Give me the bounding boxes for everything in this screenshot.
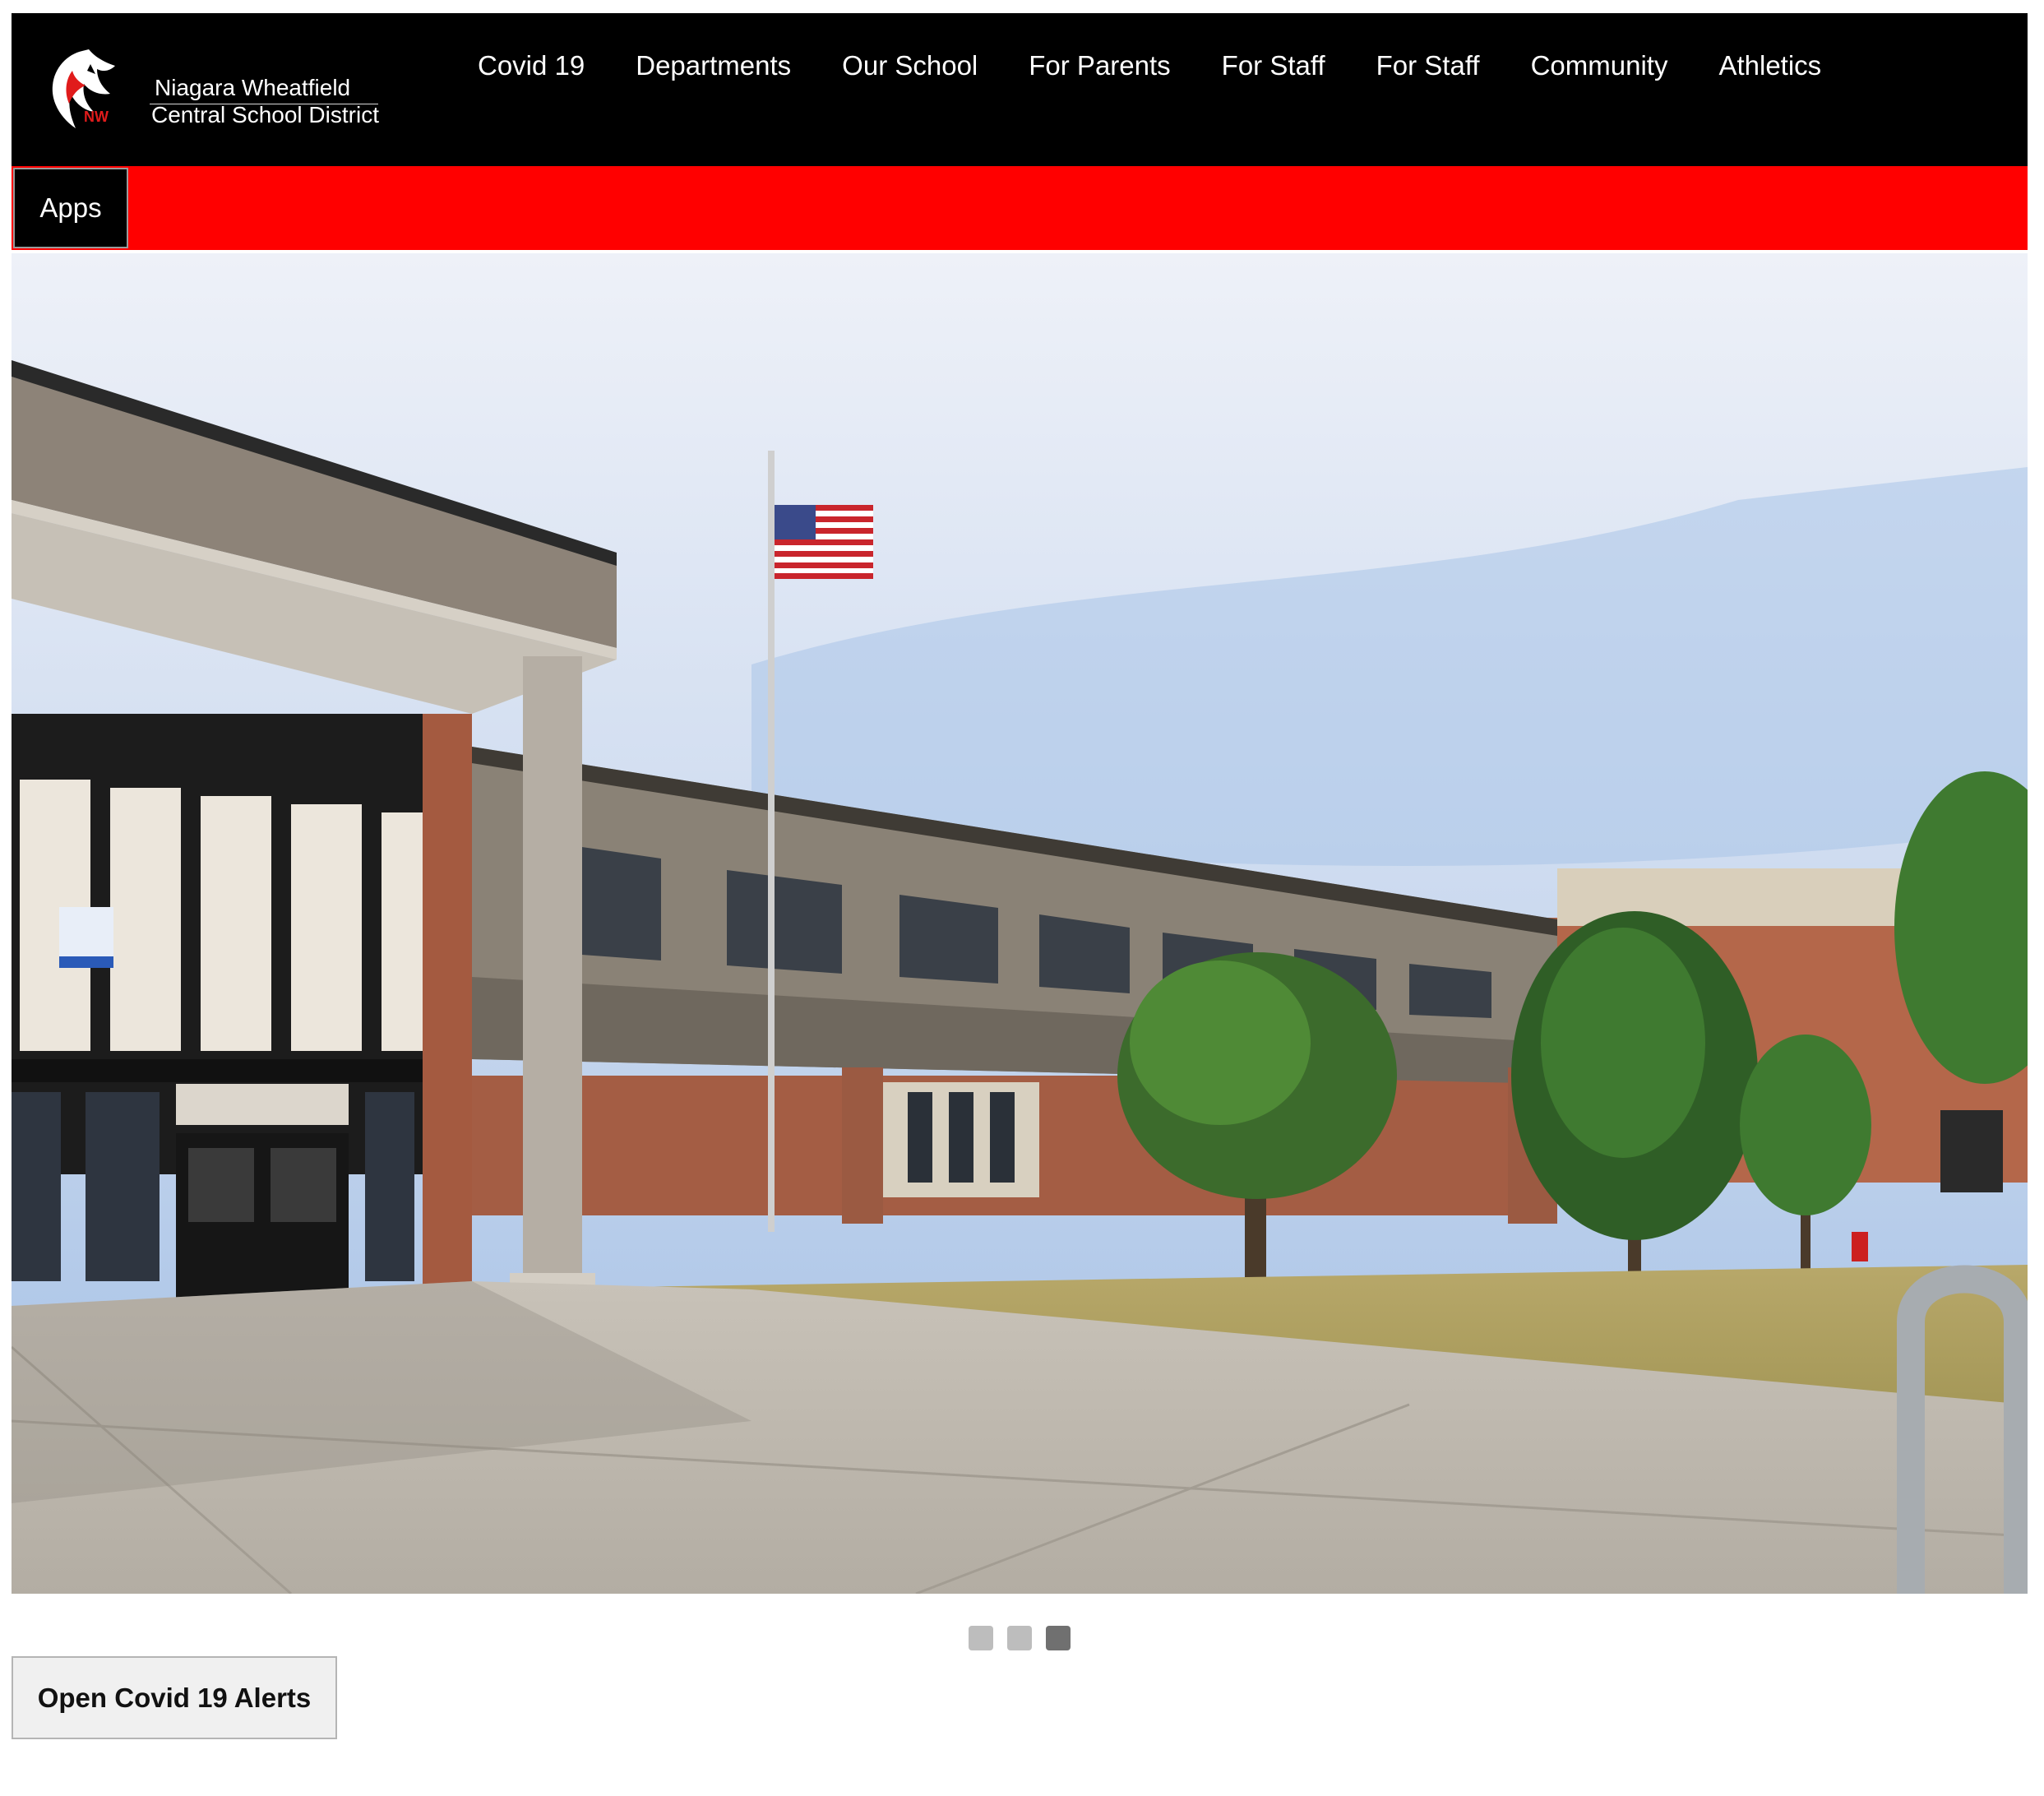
hydrant xyxy=(1852,1232,1868,1261)
nav-item-for-staff-2[interactable]: For Staff xyxy=(1351,49,1505,82)
wildcat-logo-icon: NW xyxy=(52,49,115,128)
district-logo[interactable]: NW Niagara Wheatfield Central School Dis… xyxy=(43,46,388,145)
carousel-dot-3-active[interactable] xyxy=(1046,1626,1071,1650)
nav-item-for-parents[interactable]: For Parents xyxy=(1003,49,1195,82)
logo-line-1: Niagara Wheatfield xyxy=(155,75,351,100)
nav-item-community[interactable]: Community xyxy=(1505,49,1694,82)
apps-button[interactable]: Apps xyxy=(13,168,128,248)
carousel-indicators xyxy=(969,1626,1071,1650)
page: NW Niagara Wheatfield Central School Dis… xyxy=(0,0,2044,1796)
nav-item-our-school[interactable]: Our School xyxy=(816,49,1003,82)
nav-item-for-staff[interactable]: For Staff xyxy=(1196,49,1351,82)
flag-icon xyxy=(775,505,873,579)
site-header: NW Niagara Wheatfield Central School Dis… xyxy=(12,13,2028,166)
accent-bar xyxy=(12,166,2028,250)
logo-monogram: NW xyxy=(84,109,109,125)
nav-item-athletics[interactable]: Athletics xyxy=(1693,49,1847,82)
carousel-dot-1[interactable] xyxy=(969,1626,993,1650)
open-covid-alerts-button[interactable]: Open Covid 19 Alerts xyxy=(12,1656,337,1739)
hero-slide-image xyxy=(12,253,2028,1594)
nav-item-departments[interactable]: Departments xyxy=(610,49,816,82)
school-building-photo xyxy=(12,253,2028,1594)
logo-line-2: Central School District xyxy=(151,102,379,127)
nav-item-covid-19[interactable]: Covid 19 xyxy=(452,49,610,82)
carousel-dot-2[interactable] xyxy=(1007,1626,1032,1650)
main-nav: Covid 19 Departments Our School For Pare… xyxy=(452,49,1847,82)
